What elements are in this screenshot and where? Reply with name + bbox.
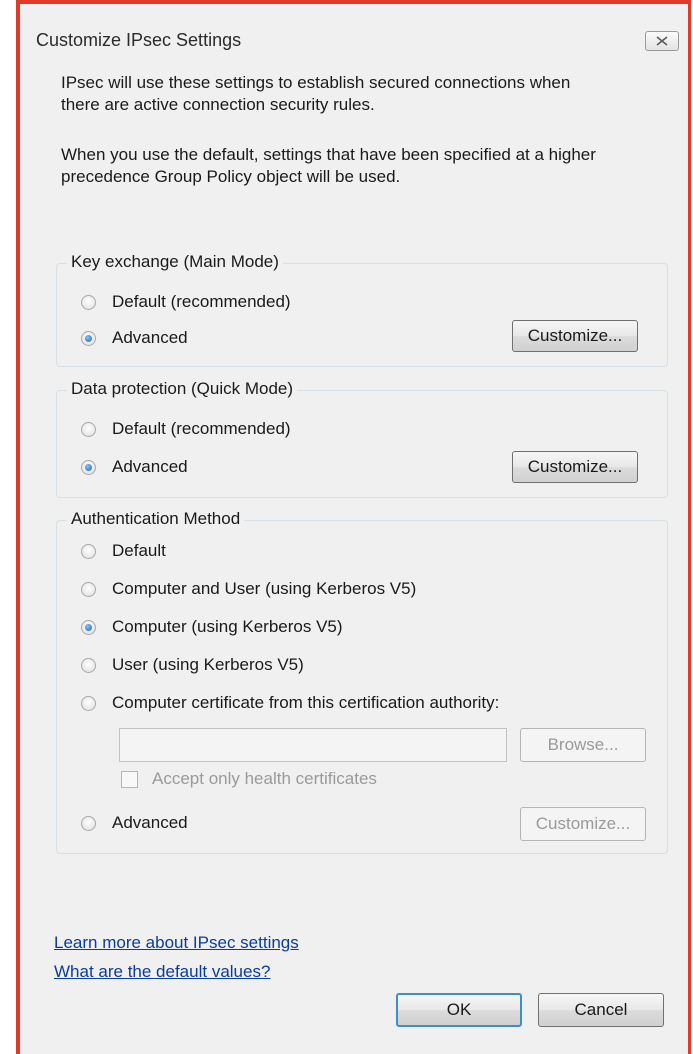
radio-button[interactable] (81, 815, 96, 831)
browse-button[interactable]: Browse... (520, 728, 646, 762)
radio-button[interactable] (81, 657, 96, 673)
radio-label: Default (recommended) (112, 292, 291, 311)
intro-line: IPsec will use these settings to establi… (61, 73, 571, 92)
auth-certificate-option[interactable]: Computer certificate from this certifica… (81, 693, 499, 713)
data-protection-legend: Data protection (Quick Mode) (67, 379, 298, 399)
radio-label: User (using Kerberos V5) (112, 655, 304, 674)
radio-button[interactable] (81, 619, 96, 635)
key-exchange-advanced-option[interactable]: Advanced (81, 328, 188, 348)
health-certificates-option[interactable]: Accept only health certificates (121, 769, 377, 789)
radio-label: Advanced (112, 328, 188, 347)
radio-label: Computer and User (using Kerberos V5) (112, 579, 417, 598)
auth-advanced-option[interactable]: Advanced (81, 813, 188, 833)
default-values-link[interactable]: What are the default values? (54, 962, 270, 982)
radio-label: Advanced (112, 813, 188, 832)
key-exchange-default-option[interactable]: Default (recommended) (81, 292, 291, 312)
radio-button[interactable] (81, 294, 96, 310)
cancel-button[interactable]: Cancel (538, 993, 664, 1027)
radio-label: Computer (using Kerberos V5) (112, 617, 343, 636)
radio-button[interactable] (81, 421, 96, 437)
radio-label: Default (112, 541, 166, 560)
data-protection-default-option[interactable]: Default (recommended) (81, 419, 291, 439)
intro-line: When you use the default, settings that … (61, 145, 596, 164)
auth-user-option[interactable]: User (using Kerberos V5) (81, 655, 304, 675)
intro-line: there are active connection security rul… (61, 95, 375, 114)
intro-line: precedence Group Policy object will be u… (61, 167, 401, 186)
close-icon (656, 36, 668, 46)
key-exchange-legend: Key exchange (Main Mode) (67, 252, 283, 272)
auth-computer-option[interactable]: Computer (using Kerberos V5) (81, 617, 343, 637)
radio-button[interactable] (81, 695, 96, 711)
auth-customize-button[interactable]: Customize... (520, 807, 646, 841)
learn-more-link[interactable]: Learn more about IPsec settings (54, 933, 299, 953)
authentication-group: Authentication Method Default Computer a… (56, 509, 668, 854)
health-certificates-checkbox[interactable] (121, 770, 138, 788)
radio-button[interactable] (81, 581, 96, 597)
radio-label: Computer certificate from this certifica… (112, 693, 500, 712)
checkbox-label: Accept only health certificates (152, 769, 377, 788)
auth-default-option[interactable]: Default (81, 541, 166, 561)
key-exchange-customize-button[interactable]: Customize... (512, 320, 638, 352)
ok-button[interactable]: OK (396, 993, 522, 1027)
radio-label: Default (recommended) (112, 419, 291, 438)
data-protection-advanced-option[interactable]: Advanced (81, 457, 188, 477)
window-title: Customize IPsec Settings (36, 30, 242, 50)
authentication-legend: Authentication Method (67, 509, 245, 529)
close-button[interactable] (645, 31, 679, 51)
data-protection-customize-button[interactable]: Customize... (512, 451, 638, 483)
key-exchange-group: Key exchange (Main Mode) Default (recomm… (56, 252, 668, 367)
radio-label: Advanced (112, 457, 188, 476)
data-protection-group: Data protection (Quick Mode) Default (re… (56, 379, 668, 498)
dialog-window: Customize IPsec Settings IPsec will use … (16, 0, 691, 1054)
intro-text-2: When you use the default, settings that … (61, 144, 661, 188)
title-bar: Customize IPsec Settings (20, 4, 688, 64)
radio-button[interactable] (81, 543, 96, 559)
radio-button[interactable] (81, 330, 96, 346)
auth-computer-user-option[interactable]: Computer and User (using Kerberos V5) (81, 579, 416, 599)
radio-button[interactable] (81, 459, 96, 475)
certification-authority-input[interactable] (119, 728, 507, 762)
intro-text-1: IPsec will use these settings to establi… (61, 72, 661, 116)
